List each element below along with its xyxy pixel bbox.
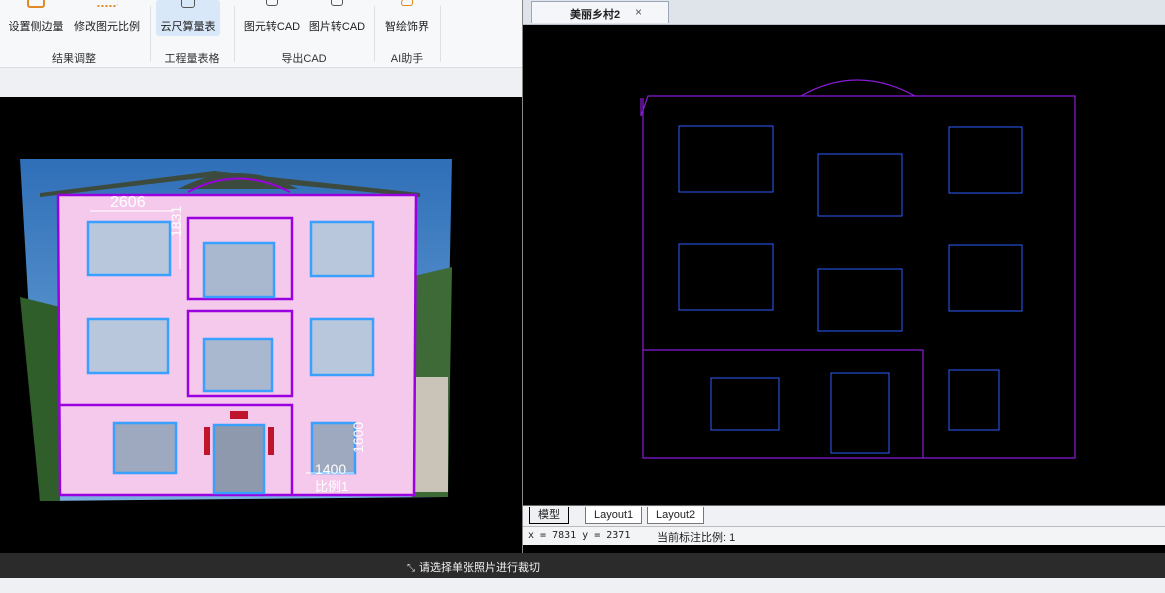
side-quantity-icon: [27, 0, 45, 8]
cad-document-tab[interactable]: 美丽乡村2 ×: [531, 1, 669, 23]
cad-window: [678, 125, 774, 193]
cad-dome-arc: [800, 79, 916, 97]
annotated-photo: [20, 159, 452, 501]
overlay-window: [309, 317, 375, 377]
tab-model[interactable]: 模型: [529, 507, 569, 524]
cad-window: [948, 244, 1023, 312]
dimension-label-top: 2606: [110, 194, 146, 211]
bottom-hint-bar: ⤡ 请选择单张照片进行裁切: [0, 553, 1165, 578]
photo-door-banner: [230, 411, 248, 419]
group-label-ai-assistant: AI助手: [390, 53, 424, 65]
ribbon-group-quantity-table: 云尺算量表 工程量表格: [152, 0, 232, 67]
ribbon-divider: [440, 6, 441, 62]
cad-window: [948, 369, 1000, 431]
crop-icon: ⤡: [407, 563, 415, 574]
tab-layout1[interactable]: Layout1: [585, 507, 643, 524]
cad-window: [817, 268, 903, 332]
dimension-label-bottom: 1400: [315, 461, 347, 477]
ribbon-group-result-adjust: 设置侧边量 修改图元比例 结果调整: [0, 0, 148, 67]
crop-hint[interactable]: ⤡ 请选择单张照片进行裁切: [407, 559, 540, 575]
cad-tab-title: 美丽乡村2: [570, 9, 621, 21]
cad-drawing-canvas[interactable]: [523, 24, 1165, 504]
overlay-window: [202, 241, 276, 299]
overlay-door: [212, 423, 266, 495]
group-label-result-adjust: 结果调整: [52, 53, 96, 65]
dimension-label-left: 1831: [168, 205, 184, 237]
photo-neighbor-house: [415, 377, 448, 492]
cad-window: [948, 126, 1023, 194]
image-cad-icon: [331, 0, 343, 6]
ruler-icon: [96, 1, 118, 7]
scale-label: 比例1: [315, 479, 349, 494]
cad-ground-floor-outline: [643, 349, 924, 458]
element-cad-icon: [266, 0, 278, 6]
overlay-window: [86, 220, 172, 277]
ribbon-group-ai-assistant: 智绘饰界 AI助手: [376, 0, 438, 67]
dimension-label-right: 1600: [350, 421, 366, 453]
smart-decor-button[interactable]: 智绘饰界: [378, 0, 436, 36]
annotation-scale-readout: 当前标注比例: 1: [657, 532, 736, 544]
ribbon-group-export-cad: 图元转CAD 图片转CAD 导出CAD: [236, 0, 372, 67]
set-side-quantity-button[interactable]: 设置侧边量: [4, 0, 68, 36]
overlay-window: [86, 317, 170, 375]
photo-couplet-right: [268, 427, 274, 455]
photo-preview-panel[interactable]: 2606 1831 1600 1400 比例1: [0, 97, 522, 553]
ai-decor-icon: [401, 0, 413, 6]
overlay-window: [112, 421, 178, 475]
table-icon: [181, 0, 195, 8]
photo-trees-left: [20, 297, 60, 501]
cad-window: [817, 153, 903, 217]
ribbon-divider: [234, 6, 235, 62]
layout-tab-strip: 模型 Layout1 Layout2: [523, 505, 1165, 526]
ribbon-toolbar: 设置侧边量 修改图元比例 结果调整 云尺算量表 工程量表格 图元转CAD 图片转…: [0, 0, 522, 68]
cloud-ruler-quantity-button[interactable]: 云尺算量表: [156, 0, 220, 36]
group-label-export-cad: 导出CAD: [281, 53, 327, 65]
cad-viewer-window: 美丽乡村2 × 模型 Layout1 Layout2 x = 7831 y = …: [522, 0, 1165, 553]
overlay-window: [202, 337, 274, 393]
element-to-cad-button[interactable]: 图元转CAD: [240, 0, 304, 36]
cad-window: [678, 243, 774, 311]
tab-layout2[interactable]: Layout2: [647, 507, 705, 524]
image-to-cad-button[interactable]: 图片转CAD: [304, 0, 370, 36]
overlay-window: [309, 220, 375, 278]
footer-strip: [0, 578, 1165, 593]
ribbon-divider: [374, 6, 375, 62]
cad-tab-bar: 美丽乡村2 ×: [523, 0, 1165, 25]
group-label-quantity-table: 工程量表格: [164, 53, 220, 65]
modify-element-scale-button[interactable]: 修改图元比例: [70, 0, 144, 36]
cad-facade-outline: [640, 95, 1076, 459]
ribbon-divider: [150, 6, 151, 62]
cad-window: [710, 377, 780, 431]
crop-hint-text: 请选择单张照片进行裁切: [419, 562, 540, 574]
close-icon[interactable]: ×: [635, 5, 642, 19]
cad-status-bar: x = 7831 y = 2371 当前标注比例: 1: [523, 526, 1165, 545]
coordinate-readout: x = 7831 y = 2371: [528, 530, 631, 541]
photo-couplet-left: [204, 427, 210, 455]
cad-door: [830, 372, 890, 454]
